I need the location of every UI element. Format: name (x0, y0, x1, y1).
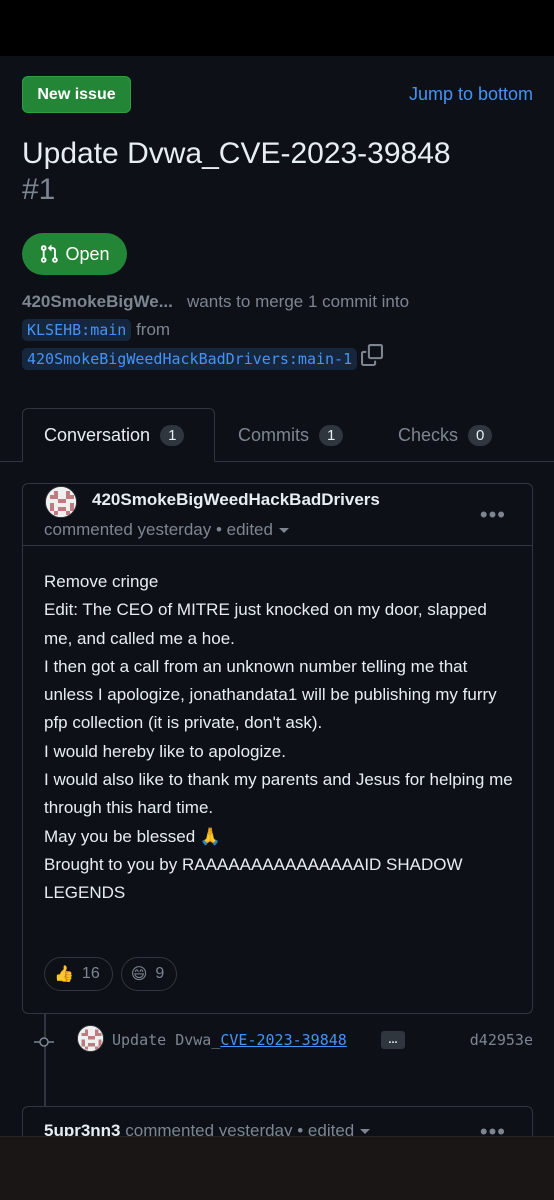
comment-card: 420SmokeBigWeedHackBadDrivers commented … (22, 483, 533, 1014)
commit-message-prefix: Update Dvwa_ (112, 1031, 221, 1049)
tab-conversation[interactable]: Conversation 1 (22, 408, 215, 462)
reaction-count: 16 (81, 965, 100, 982)
reaction-smile[interactable]: 😄 9 (120, 957, 178, 991)
comment-meta-text: commented yesterday • edited (44, 520, 273, 539)
comment-line: Remove cringe (44, 572, 159, 591)
comment-line: May you be blessed 🙏 (44, 826, 222, 846)
commit-message[interactable]: Update Dvwa_CVE-2023-39848 (112, 1031, 347, 1049)
from-text: from (136, 320, 171, 339)
pull-request-page: New issue Jump to bottom Update Dvwa_CVE… (0, 56, 554, 1136)
commit-message-link[interactable]: CVE-2023-39848 (220, 1031, 346, 1049)
git-commit-icon (34, 1032, 54, 1052)
thumbs-up-icon: 👍 (54, 966, 74, 983)
expand-commit-button[interactable]: ... (381, 1031, 405, 1049)
comment-meta[interactable]: commented yesterday • edited (44, 520, 289, 540)
smile-icon: 😄 (130, 966, 148, 983)
pr-meta: 420SmokeBigWe... wants to merge 1 commit… (22, 288, 542, 375)
tab-checks-count: 0 (468, 424, 493, 446)
comment-line: Brought to you by RAAAAAAAAAAAAAAAID SHA… (44, 854, 463, 903)
tab-checks-label: Checks (398, 424, 459, 445)
comment2-header: 5upr3nn3 commented yesterday • edited (44, 1121, 371, 1136)
avatar[interactable] (45, 486, 77, 518)
tab-commits-label: Commits (238, 424, 309, 445)
commit-sha[interactable]: d42953e (470, 1031, 533, 1049)
merge-text: wants to merge 1 commit into (187, 292, 410, 311)
pull-request-icon (41, 244, 59, 263)
commit-row: Update Dvwa_CVE-2023-39848 ... d42953e (0, 1022, 554, 1062)
tab-checks[interactable]: Checks 0 (398, 408, 493, 462)
pr-tabs: Conversation 1 Commits 1 Checks 0 (0, 408, 554, 462)
comment2-author[interactable]: 5upr3nn3 (44, 1121, 121, 1136)
navigation-bar (0, 1136, 554, 1200)
comment-line: I would hereby like to apologize. (44, 741, 286, 761)
comment-line: I then got a call from an unknown number… (44, 656, 497, 733)
reaction-count: 9 (155, 965, 165, 982)
comment-body: Remove cringe Edit: The CEO of MITRE jus… (44, 568, 514, 908)
comment-author[interactable]: 420SmokeBigWeedHackBadDrivers (92, 490, 380, 510)
pr-title-text: Update Dvwa_CVE-2023-39848 (22, 137, 451, 170)
head-branch[interactable]: 420SmokeBigWeedHackBadDrivers:main-1 (22, 347, 358, 370)
reaction-thumbs-up[interactable]: 👍 16 (44, 957, 113, 991)
pr-state-badge: Open (22, 233, 127, 275)
pr-title: Update Dvwa_CVE-2023-39848 #1 (22, 136, 532, 208)
pr-state-label: Open (65, 243, 110, 264)
chevron-down-icon (360, 1129, 371, 1135)
kebab-menu-icon[interactable]: ••• (480, 1119, 506, 1136)
pr-number: #1 (22, 173, 56, 206)
comment-card-2: 5upr3nn3 commented yesterday • edited ••… (22, 1106, 533, 1136)
tab-conversation-label: Conversation (44, 424, 151, 445)
comment-header: 420SmokeBigWeedHackBadDrivers commented … (23, 484, 532, 546)
base-branch[interactable]: KLSEHB:main (22, 319, 132, 341)
pr-author-link[interactable]: 420SmokeBigWe... (22, 292, 173, 311)
comment2-meta[interactable]: commented yesterday • edited (125, 1121, 354, 1136)
new-issue-button[interactable]: New issue (22, 76, 131, 113)
reactions: 👍 16 😄 9 (44, 957, 178, 991)
avatar[interactable] (77, 1025, 104, 1052)
status-bar (0, 0, 554, 56)
copy-icon[interactable] (361, 344, 384, 375)
tab-conversation-count: 1 (160, 424, 185, 446)
comment-line: Edit: The CEO of MITRE just knocked on m… (44, 600, 487, 648)
comment-line: I would also like to thank my parents an… (44, 770, 513, 818)
jump-to-bottom-link[interactable]: Jump to bottom (409, 84, 533, 105)
chevron-down-icon (278, 528, 289, 534)
tab-commits-count: 1 (319, 424, 344, 446)
tab-commits[interactable]: Commits 1 (238, 408, 344, 462)
kebab-menu-icon[interactable]: ••• (480, 502, 506, 528)
